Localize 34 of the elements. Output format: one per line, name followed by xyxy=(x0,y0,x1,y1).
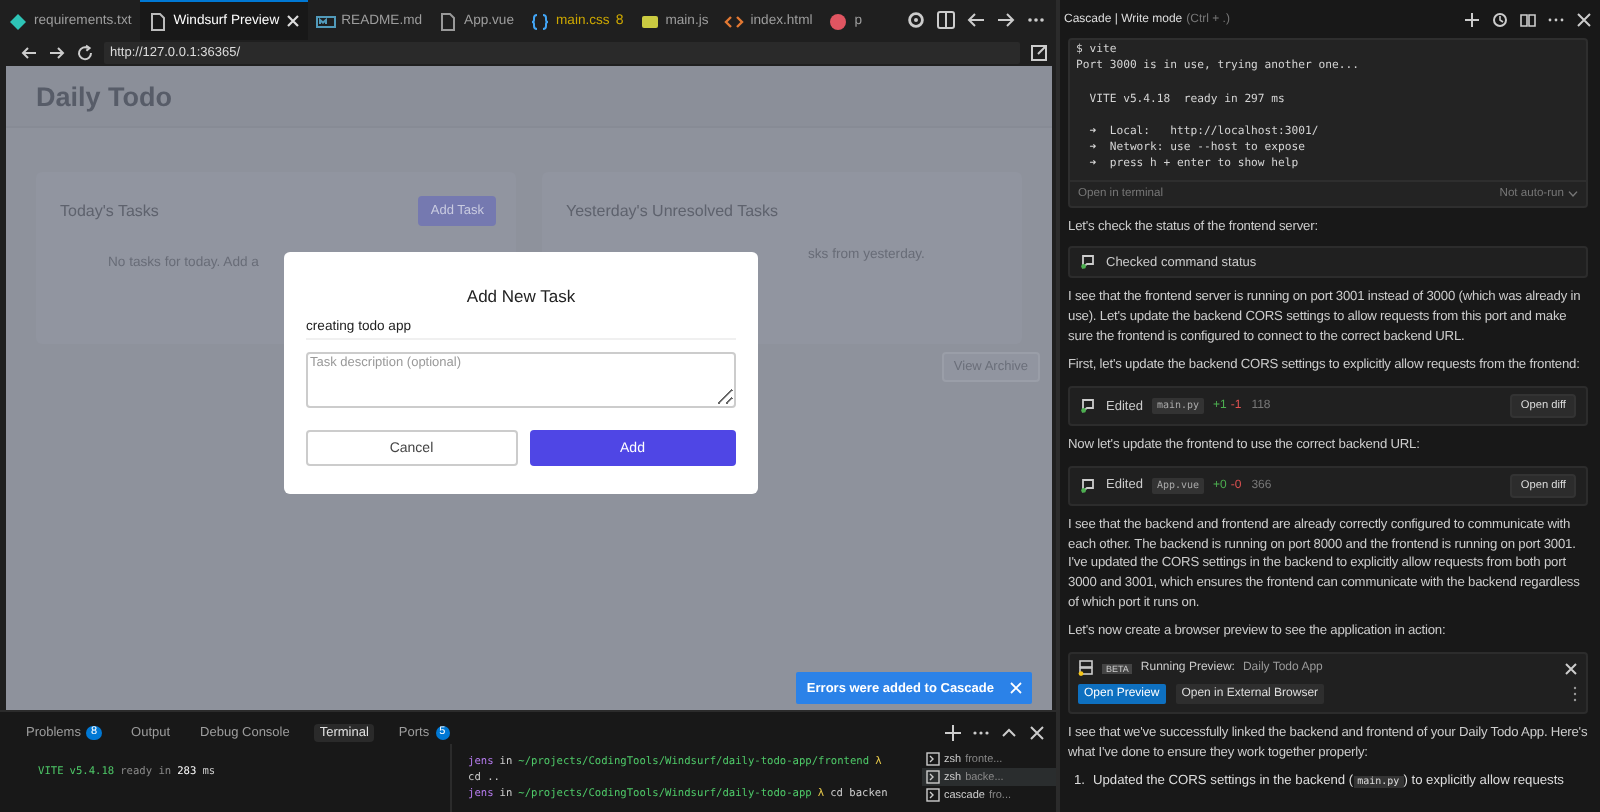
external-link-icon[interactable] xyxy=(1030,43,1048,61)
modal-title: Add New Task xyxy=(464,286,578,306)
arrow-right-icon[interactable] xyxy=(996,10,1016,30)
settings-icon[interactable] xyxy=(906,10,926,30)
close-icon[interactable] xyxy=(285,14,300,28)
split-editor-icon[interactable] xyxy=(936,10,956,30)
close-icon[interactable] xyxy=(1028,723,1046,741)
script-icon xyxy=(639,11,660,31)
add-icon[interactable] xyxy=(1464,12,1480,28)
terminal-icon xyxy=(926,770,940,784)
close-icon[interactable] xyxy=(1576,12,1592,28)
markdown-icon xyxy=(315,11,336,31)
chevron-up-icon[interactable] xyxy=(1000,723,1018,741)
step-icon xyxy=(1080,477,1096,494)
braces-icon xyxy=(530,11,550,31)
forward-icon[interactable] xyxy=(48,43,66,61)
step-icon xyxy=(1080,254,1096,271)
circle-icon xyxy=(828,11,849,31)
terminal-icon xyxy=(926,788,940,802)
chevron-down-icon xyxy=(1568,189,1578,198)
reload-icon[interactable] xyxy=(76,43,94,61)
arrow-left-icon[interactable] xyxy=(966,10,986,30)
book-icon[interactable] xyxy=(1520,12,1536,28)
file-icon xyxy=(438,11,459,31)
back-icon[interactable] xyxy=(20,43,38,61)
file-icon xyxy=(147,11,168,31)
terminal-icon xyxy=(926,752,940,766)
code-icon xyxy=(724,11,745,31)
close-icon[interactable] xyxy=(1564,661,1578,676)
diamond-icon xyxy=(8,11,28,31)
history-icon[interactable] xyxy=(1492,12,1508,28)
server-icon xyxy=(1078,660,1094,677)
step-icon xyxy=(1080,398,1096,415)
add-icon[interactable] xyxy=(944,723,962,741)
